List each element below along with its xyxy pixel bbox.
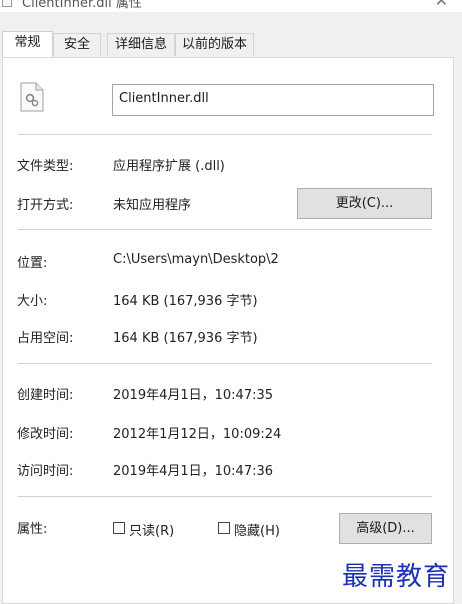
readonly-label[interactable]: 只读(R): [129, 520, 174, 539]
size-on-disk-label: 占用空间:: [17, 331, 74, 346]
accessed-value: 2019年4月1日，10:47:36: [113, 464, 274, 479]
window-file-icon: [2, 0, 12, 7]
tab-previous-versions[interactable]: 以前的版本: [175, 33, 254, 56]
title-bar: ClientInner.dll 属性 ✕: [0, 0, 462, 12]
readonly-checkbox[interactable]: [113, 522, 125, 534]
size-on-disk-value: 164 KB (167,936 字节): [113, 331, 258, 346]
attributes-label: 属性:: [17, 522, 48, 537]
file-type-value: 应用程序扩展 (.dll): [113, 159, 225, 174]
created-value: 2019年4月1日，10:47:35: [113, 388, 274, 403]
divider: [18, 134, 432, 135]
modified-label: 修改时间:: [17, 427, 74, 442]
file-type-label: 文件类型:: [17, 159, 74, 174]
hidden-checkbox[interactable]: [218, 522, 230, 534]
divider: [18, 229, 432, 230]
modified-value: 2012年1月12日，10:09:24: [113, 427, 282, 442]
divider: [18, 363, 432, 364]
open-with-label: 打开方式:: [17, 198, 74, 213]
dll-file-icon: [20, 82, 44, 112]
size-value: 164 KB (167,936 字节): [113, 294, 258, 309]
advanced-button[interactable]: 高级(D)...: [339, 513, 432, 544]
watermark-text: 最需教育: [342, 562, 451, 592]
change-button[interactable]: 更改(C)...: [297, 188, 432, 219]
accessed-label: 访问时间:: [17, 464, 74, 479]
created-label: 创建时间:: [17, 388, 74, 403]
location-label: 位置:: [17, 256, 48, 271]
window-title: ClientInner.dll 属性: [22, 0, 142, 11]
size-label: 大小:: [17, 294, 48, 309]
hidden-label[interactable]: 隐藏(H): [234, 520, 280, 539]
divider: [18, 496, 432, 497]
tab-details[interactable]: 详细信息: [107, 33, 175, 56]
tab-security[interactable]: 安全: [53, 33, 101, 56]
file-name-field[interactable]: ClientInner.dll: [112, 84, 434, 116]
close-icon[interactable]: ✕: [435, 0, 448, 10]
tab-general[interactable]: 常规: [2, 31, 53, 57]
open-with-value: 未知应用程序: [113, 198, 192, 213]
location-value: C:\Users\mayn\Desktop\2: [113, 252, 279, 267]
